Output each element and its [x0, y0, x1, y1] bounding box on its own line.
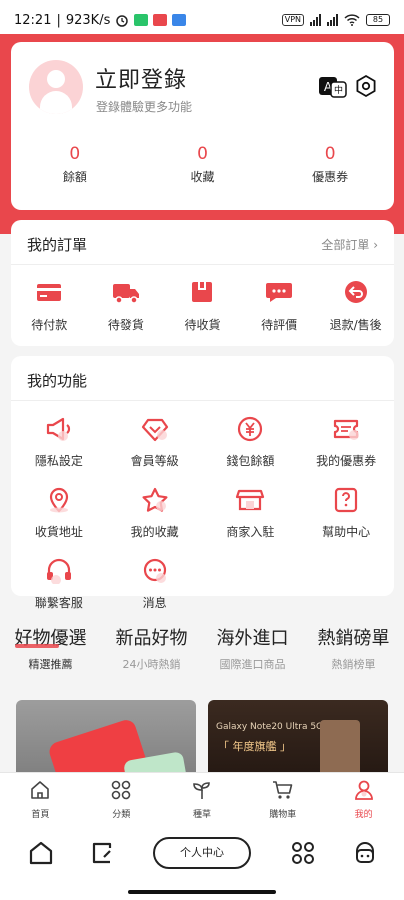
- func-merchant-onboarding[interactable]: 商家入駐: [203, 487, 299, 540]
- func-my-coupons[interactable]: 我的優惠券: [298, 416, 394, 469]
- order-pending-review[interactable]: 待評價: [241, 280, 318, 333]
- diamond-icon: [141, 418, 168, 442]
- product-badge: 「 年度旗艦 」: [218, 740, 291, 753]
- product-title: Galaxy Note20 Ultra 5G: [216, 722, 324, 732]
- signal-2-icon: [327, 14, 338, 26]
- tab-new-arrivals[interactable]: 新品好物 24小時熱銷: [101, 624, 202, 672]
- product-list: Galaxy Note20 Ultra 5G 「 年度旗艦 」: [16, 700, 388, 780]
- apps-grid-icon[interactable]: [290, 840, 316, 866]
- vpn-icon: VPN: [281, 14, 304, 26]
- battery-icon: 85: [366, 14, 390, 26]
- order-pending-receipt[interactable]: 待收貨: [164, 280, 241, 333]
- login-subtitle: 登錄體驗更多功能: [96, 100, 193, 114]
- home-indicator[interactable]: [128, 890, 276, 894]
- support-bot-icon[interactable]: [352, 840, 378, 866]
- order-refund[interactable]: 退款/售後: [317, 280, 394, 333]
- func-help-center[interactable]: 幫助中心: [298, 487, 394, 540]
- message-app-icon: [153, 14, 168, 26]
- nav-cart[interactable]: 購物車: [242, 773, 323, 822]
- sprout-icon: [193, 782, 210, 799]
- grid-icon: [111, 780, 131, 800]
- return-icon: [344, 281, 367, 303]
- home-outline-icon[interactable]: [28, 840, 54, 866]
- chat-icon: [266, 283, 293, 302]
- message-icon: [143, 558, 166, 583]
- order-pending-shipment[interactable]: 待發貨: [88, 280, 165, 333]
- status-time: 12:21: [14, 12, 52, 28]
- product-card[interactable]: Galaxy Note20 Ultra 5G 「 年度旗艦 」: [208, 700, 388, 780]
- tab-overseas-import[interactable]: 海外進口 國際進口商品: [202, 624, 303, 672]
- wifi-icon: [344, 14, 360, 26]
- stat-balance[interactable]: 0 餘額: [11, 144, 139, 185]
- personal-center-button[interactable]: 个人中心: [153, 837, 251, 869]
- functions-title: 我的功能: [27, 372, 88, 390]
- func-member-level[interactable]: 會員等級: [107, 416, 203, 469]
- box-icon: [192, 282, 213, 302]
- location-icon: [49, 487, 68, 513]
- home-icon: [31, 781, 50, 799]
- wallet-icon: [37, 284, 62, 301]
- nav-mine[interactable]: 我的: [323, 773, 404, 822]
- settings-icon[interactable]: [354, 74, 378, 98]
- func-my-favorites[interactable]: 我的收藏: [107, 487, 203, 540]
- tab-best-sellers[interactable]: 熱銷磅單 熱銷榜單: [303, 624, 404, 672]
- orders-card: 我的訂單 全部訂單 › 待付款 待發貨 待收貨 待評價 退款/售後: [11, 220, 394, 346]
- func-privacy-settings[interactable]: 隱私設定: [11, 416, 107, 469]
- product-image: [320, 720, 360, 780]
- orders-title: 我的訂單: [27, 236, 88, 254]
- stat-coupons[interactable]: 0 優惠券: [266, 144, 394, 185]
- all-orders-link[interactable]: 全部訂單 ›: [321, 236, 378, 253]
- nav-home[interactable]: 首頁: [0, 773, 81, 822]
- system-nav-bar: 个人中心: [0, 822, 404, 900]
- bottom-nav: 首頁 分類 種草 購物車 我的: [0, 772, 404, 822]
- store-icon: [236, 489, 265, 511]
- back-square-icon[interactable]: [90, 840, 116, 866]
- divider: [11, 400, 394, 401]
- category-tabs: 好物優選 精選推薦 新品好物 24小時熱銷 海外進口 國際進口商品 熱銷磅單 熱…: [0, 624, 404, 672]
- status-speed: 923K/s: [65, 12, 111, 28]
- stats-row: 0 餘額 0 收藏 0 優惠券: [11, 144, 394, 185]
- nav-discover[interactable]: 種草: [162, 773, 243, 822]
- translate-icon[interactable]: A 中: [318, 76, 348, 98]
- help-icon: [335, 487, 358, 513]
- app-notification-icon: [172, 14, 187, 26]
- login-title[interactable]: 立即登錄: [95, 62, 187, 94]
- yen-coin-icon: [238, 416, 263, 442]
- avatar[interactable]: [29, 60, 83, 114]
- divider: [11, 264, 394, 265]
- star-icon: [142, 487, 168, 512]
- func-shipping-address[interactable]: 收貨地址: [11, 487, 107, 540]
- order-pending-payment[interactable]: 待付款: [11, 280, 88, 333]
- truck-icon: [112, 284, 139, 304]
- megaphone-icon: [46, 417, 70, 441]
- product-card[interactable]: [16, 700, 196, 780]
- wechat-icon: [134, 14, 149, 26]
- functions-card: 我的功能 隱私設定 會員等級 錢包餘額 我的優惠券 收貨地址 我的收藏 商家入駐…: [11, 356, 394, 610]
- profile-card: 立即登錄 登錄體驗更多功能 A 中 0 餘額 0 收藏 0 優惠券: [11, 42, 394, 210]
- signal-icon: [310, 14, 321, 26]
- func-wallet-balance[interactable]: 錢包餘額: [203, 416, 299, 469]
- func-contact-support[interactable]: 聯繫客服: [11, 558, 107, 611]
- func-messages[interactable]: 消息: [107, 558, 203, 611]
- headset-icon: [46, 558, 71, 585]
- stat-favorites[interactable]: 0 收藏: [139, 144, 267, 185]
- tab-featured[interactable]: 好物優選 精選推薦: [0, 624, 101, 672]
- nav-category[interactable]: 分類: [81, 773, 162, 822]
- alarm-icon: [116, 15, 129, 27]
- user-icon: [354, 780, 373, 800]
- screen: 12:21 | 923K/s VPN 85 立即登錄 登錄體驗更多功能 A 中: [0, 0, 404, 900]
- svg-text:中: 中: [334, 84, 343, 96]
- coupon-icon: [334, 419, 360, 440]
- cart-icon: [272, 781, 293, 799]
